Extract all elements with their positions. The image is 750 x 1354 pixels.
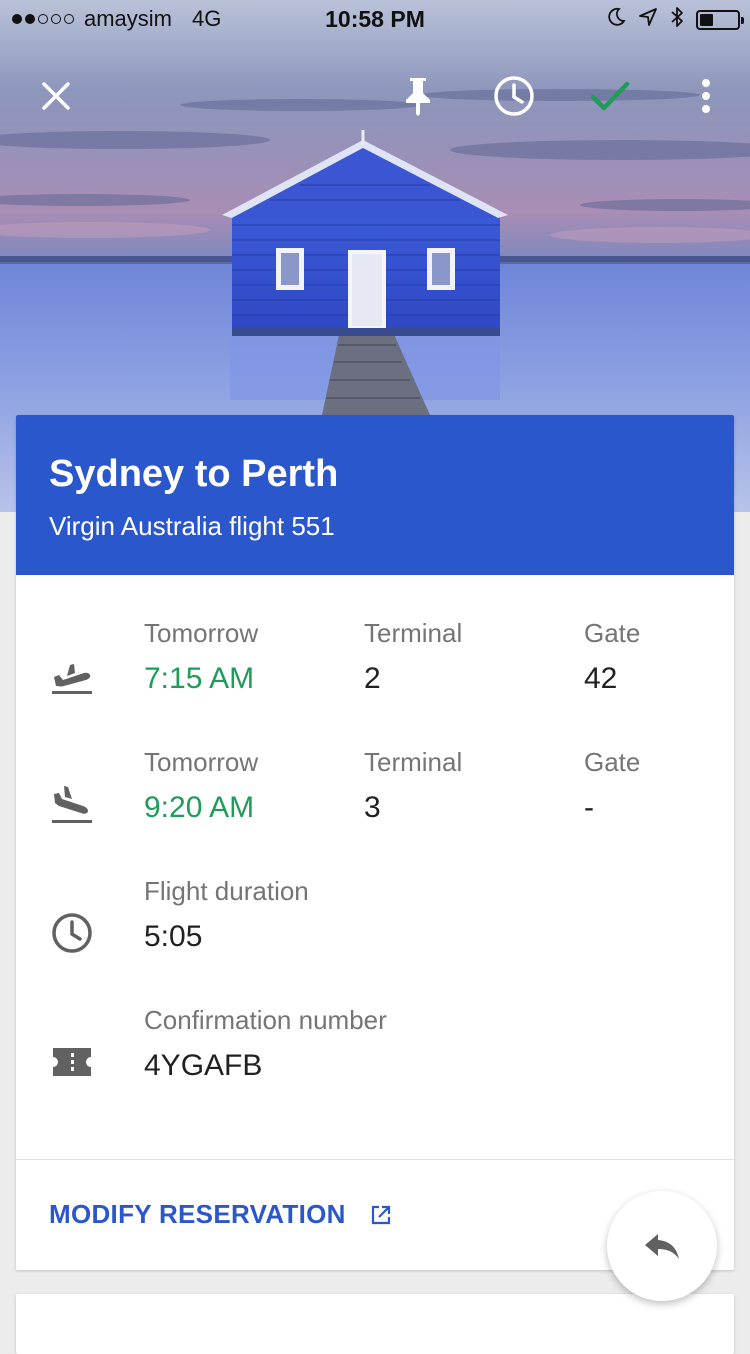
flight-card: Sydney to Perth Virgin Australia flight … [16, 415, 734, 1270]
snooze-button[interactable] [478, 60, 550, 132]
departure-time: 7:15 AM [144, 662, 255, 695]
duration-row: Flight duration 5:05 [16, 873, 734, 983]
departure-terminal: 2 [364, 662, 381, 695]
modify-reservation-link[interactable]: MODIFY RESERVATION [49, 1199, 392, 1230]
flight-land-icon [52, 786, 92, 823]
clock-icon [52, 913, 92, 953]
arrival-terminal-label: Terminal [364, 747, 463, 777]
clock-icon [494, 76, 534, 116]
departure-row: Tomorrow 7:15 AM Terminal 2 Gate 42 [16, 615, 734, 725]
battery-tip [741, 16, 744, 24]
arrival-gate-label: Gate [584, 747, 641, 777]
reply-icon [645, 1234, 679, 1259]
arrival-day-label: Tomorrow [144, 747, 259, 777]
arrival-terminal-col: Terminal 3 [364, 744, 462, 828]
card-header: Sydney to Perth Virgin Australia flight … [16, 415, 734, 575]
departure-gate-col: Gate 42 [584, 615, 640, 699]
arrival-time-col: Tomorrow 9:20 AM [144, 744, 258, 828]
card-subtitle: Virgin Australia flight 551 [49, 511, 335, 541]
departure-gate: 42 [584, 662, 618, 695]
bluetooth-icon [670, 6, 684, 33]
departure-terminal-label: Terminal [364, 618, 463, 648]
next-card [16, 1294, 734, 1354]
modify-reservation-label: MODIFY RESERVATION [49, 1199, 346, 1229]
mark-done-button[interactable] [574, 60, 646, 132]
duration-col: Flight duration 5:05 [144, 873, 309, 957]
confirmation-label: Confirmation number [144, 1005, 387, 1035]
duration-label: Flight duration [144, 876, 309, 906]
battery-icon [696, 9, 744, 30]
reply-button[interactable] [607, 1191, 717, 1301]
arrival-row: Tomorrow 9:20 AM Terminal 3 Gate - [16, 744, 734, 854]
duration-value: 5:05 [144, 920, 203, 953]
more-vert-icon [702, 79, 710, 113]
pin-icon [406, 78, 430, 116]
confirmation-value: 4YGAFB [144, 1049, 263, 1082]
departure-terminal-col: Terminal 2 [364, 615, 462, 699]
status-right [606, 6, 744, 33]
card-title: Sydney to Perth [49, 453, 339, 495]
close-icon [42, 82, 70, 110]
top-action-bar [0, 60, 750, 132]
arrival-gate-col: Gate - [584, 744, 640, 828]
departure-gate-label: Gate [584, 618, 641, 648]
location-arrow-icon [638, 7, 658, 32]
close-button[interactable] [20, 60, 92, 132]
status-bar: amaysim 4G 10:58 PM [0, 0, 750, 40]
arrival-time: 9:20 AM [144, 791, 255, 824]
arrival-terminal: 3 [364, 791, 381, 824]
check-icon [590, 81, 630, 111]
confirmation-col: Confirmation number 4YGAFB [144, 1002, 387, 1086]
more-options-button[interactable] [670, 60, 742, 132]
open-in-new-icon [370, 1204, 392, 1226]
flight-takeoff-icon [52, 664, 92, 694]
ticket-icon [53, 1048, 91, 1076]
battery-level [700, 13, 713, 26]
moon-icon [606, 7, 626, 32]
pin-button[interactable] [382, 60, 454, 132]
divider [16, 1159, 734, 1160]
confirmation-row: Confirmation number 4YGAFB [16, 1002, 734, 1112]
departure-day-label: Tomorrow [144, 618, 259, 648]
arrival-gate: - [584, 791, 594, 824]
departure-time-col: Tomorrow 7:15 AM [144, 615, 258, 699]
